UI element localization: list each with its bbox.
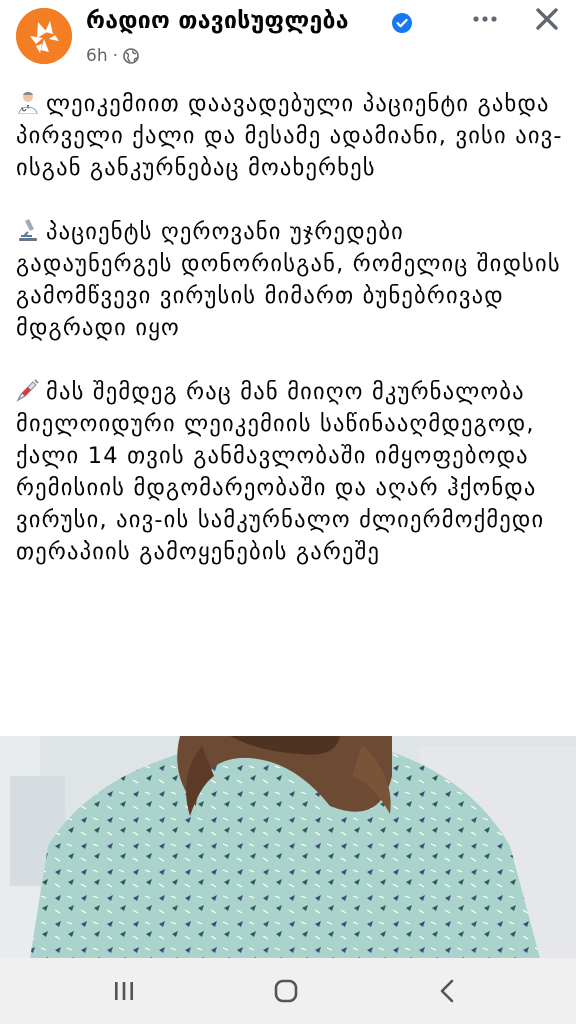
microscope-emoji-icon (19, 219, 37, 241)
patient-gown-photo (0, 736, 576, 958)
syringe-emoji-icon (16, 379, 39, 402)
post-text: ლეიკემიით დაავადებული პაციენტი გახდა პირ… (16, 88, 564, 600)
facebook-post-screen: რადიო თავისუფლება 6h · ლეიკემიით დაავადე… (0, 0, 576, 1024)
post-paragraph-3: მას შემდეგ რაც მან მიიღო მკურნალობა მიელ… (16, 376, 564, 568)
page-name[interactable]: რადიო თავისუფლება (86, 8, 349, 34)
doctor-emoji-icon (18, 92, 38, 114)
recent-apps-icon[interactable] (104, 974, 144, 1008)
post-meta: 6h · (86, 46, 139, 66)
post-paragraph-3-text: მას შემდეგ რაც მან მიიღო მკურნალობა მიელ… (16, 379, 545, 565)
more-options-icon[interactable] (468, 4, 502, 34)
close-icon[interactable] (530, 2, 564, 36)
post-paragraph-1-text: ლეიკემიით დაავადებული პაციენტი გახდა პირ… (16, 91, 563, 181)
verified-badge-icon (392, 13, 412, 33)
post-time[interactable]: 6h (86, 46, 108, 66)
post-paragraph-2-text: პაციენტს ღეროვანი უჯრედები გადაუნერგეს დ… (16, 219, 561, 341)
home-icon[interactable] (266, 974, 306, 1008)
post-paragraph-1: ლეიკემიით დაავადებული პაციენტი გახდა პირ… (16, 88, 564, 184)
meta-separator: · (112, 46, 118, 66)
post-header: რადიო თავისუფლება 6h · (0, 0, 576, 80)
globe-icon (123, 48, 139, 64)
page-avatar[interactable] (16, 8, 72, 64)
rfe-logo (16, 8, 72, 64)
android-nav-bar (0, 958, 576, 1024)
back-icon[interactable] (428, 974, 468, 1008)
post-paragraph-2: პაციენტს ღეროვანი უჯრედები გადაუნერგეს დ… (16, 216, 564, 344)
post-photo[interactable] (0, 736, 576, 958)
